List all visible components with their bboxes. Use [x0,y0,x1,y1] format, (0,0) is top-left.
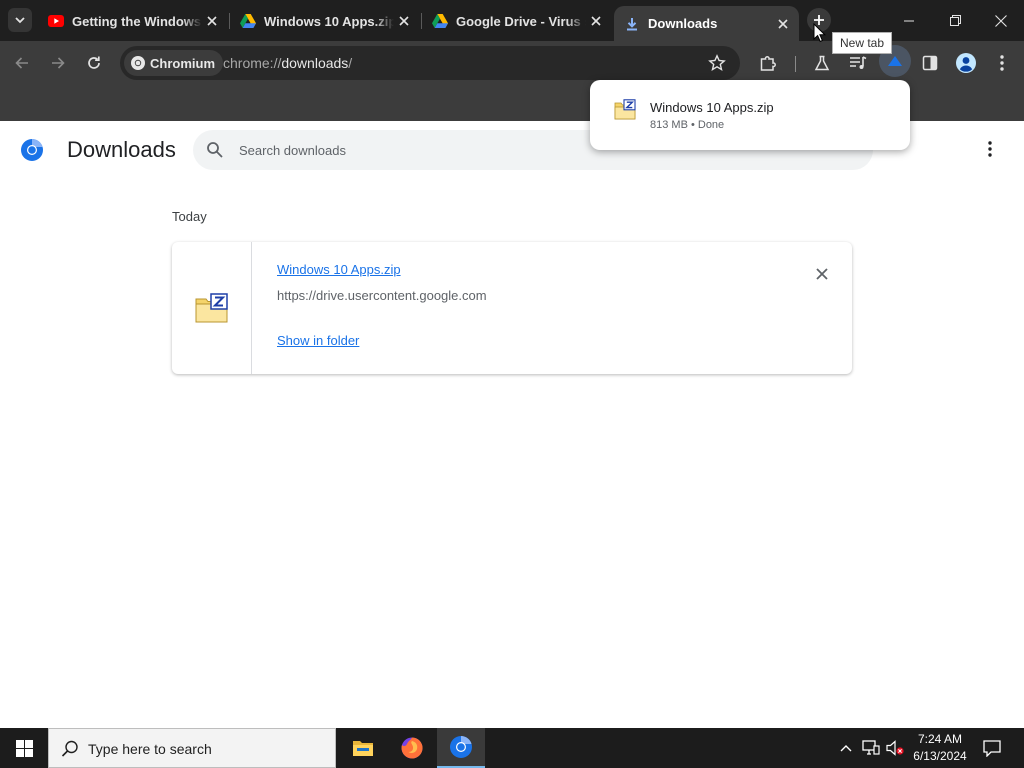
firefox-icon [401,737,423,759]
new-tab-tooltip: New tab [832,32,893,54]
volume-muted-icon [886,740,904,756]
bubble-status: 813 MB • Done [650,119,725,131]
minimize-icon [904,20,914,21]
browser-menu-button[interactable] [988,49,1016,77]
zip-file-icon [195,293,228,323]
close-tab-icon[interactable] [773,14,793,34]
google-drive-icon [240,13,256,29]
google-drive-icon [432,13,448,29]
taskbar-search-box[interactable]: Type here to search [48,728,336,768]
url-text[interactable]: chrome://downloads/ [223,55,352,71]
flask-icon [814,55,830,71]
file-icon-column [172,242,252,374]
tab-google-drive-virus[interactable]: Google Drive - Virus s [422,7,612,35]
chevron-down-icon [15,17,25,24]
tab-search-button[interactable] [8,8,32,32]
windows-logo-icon [15,739,33,757]
profile-button[interactable] [952,49,980,77]
taskbar-firefox[interactable] [388,728,436,768]
tray-network[interactable] [860,728,882,768]
reload-button[interactable] [80,49,108,77]
folder-icon [353,741,373,756]
side-panel-button[interactable] [916,49,944,77]
arrow-right-icon [52,57,65,69]
toolbar-divider [795,56,796,72]
restore-button[interactable] [932,0,978,41]
system-clock[interactable]: 7:24 AM 6/13/2024 [905,731,975,765]
youtube-icon [48,13,64,29]
search-icon [61,740,78,757]
side-panel-icon [922,55,938,71]
page-menu-button[interactable] [978,137,1002,161]
page-title: Downloads [67,137,176,162]
reload-icon [88,56,100,69]
close-tab-icon[interactable] [202,11,222,31]
playlist-icon [850,56,867,69]
close-window-button[interactable] [978,0,1024,41]
download-filename-link[interactable]: Windows 10 Apps.zip [277,262,401,277]
url-path: / [348,55,353,71]
chip-label: Chromium [150,55,215,71]
show-in-folder-link[interactable]: Show in folder [277,333,359,348]
close-tab-icon[interactable] [394,11,414,31]
clock-date: 6/13/2024 [913,749,967,763]
date-header: Today [172,209,207,224]
zip-file-icon [614,99,636,120]
close-tab-icon[interactable] [586,11,606,31]
restore-icon [949,15,961,26]
tab-downloads[interactable]: Downloads [614,6,799,41]
start-button[interactable] [0,728,48,768]
site-info-chip[interactable]: Chromium [124,50,223,76]
taskbar-search-placeholder: Type here to search [88,741,212,757]
download-bubble: Windows 10 Apps.zip 813 MB • Done [590,80,910,150]
remove-download-button[interactable] [812,264,832,284]
extensions-button[interactable] [754,49,782,77]
forward-button[interactable] [44,49,72,77]
tab-youtube[interactable]: Getting the Windows [38,7,228,35]
chromium-icon [450,736,472,758]
network-icon [862,740,880,755]
tab-title: Getting the Windows [72,13,202,29]
omnibox[interactable]: Chromium chrome://downloads/ [120,46,740,80]
action-center-button[interactable] [978,728,1006,768]
taskbar: Type here to search 7:24 AM 6/13/2024 [0,728,1024,768]
back-button[interactable] [8,49,36,77]
avatar-icon [956,53,976,73]
tab-title: Windows 10 Apps.zip [264,13,394,29]
tab-windows-10-apps[interactable]: Windows 10 Apps.zip [230,7,420,35]
clock-time: 7:24 AM [917,732,963,746]
download-item: Windows 10 Apps.zip https://drive.userco… [172,242,852,374]
minimize-button[interactable] [886,0,932,41]
bookmark-star-icon[interactable] [708,54,726,72]
mouse-cursor-icon [813,23,827,43]
more-vertical-icon [1000,55,1004,71]
close-icon [995,14,1007,27]
search-icon [207,142,223,158]
chromium-icon [131,56,145,70]
chromium-logo-icon [21,139,43,161]
bubble-filename[interactable]: Windows 10 Apps.zip [650,100,774,115]
downloads-page: Downloads Today Windows 10 Apps.zip http… [0,121,1024,728]
tab-title: Downloads [648,16,718,31]
taskbar-file-explorer[interactable] [339,728,387,768]
notification-icon [983,739,1001,757]
tray-show-hidden-icons[interactable] [836,728,856,768]
url-host: downloads [281,55,349,71]
tab-title: Google Drive - Virus s [456,13,586,29]
download-icon [624,16,640,32]
puzzle-icon [760,56,776,71]
url-scheme: chrome:// [223,55,282,71]
tray-volume[interactable] [884,728,906,768]
download-source-url: https://drive.usercontent.google.com [277,288,487,303]
chevron-up-icon [840,745,852,752]
arrow-left-icon [15,57,28,69]
more-vertical-icon [988,141,992,157]
taskbar-chromium[interactable] [437,728,485,768]
close-icon [816,268,828,280]
